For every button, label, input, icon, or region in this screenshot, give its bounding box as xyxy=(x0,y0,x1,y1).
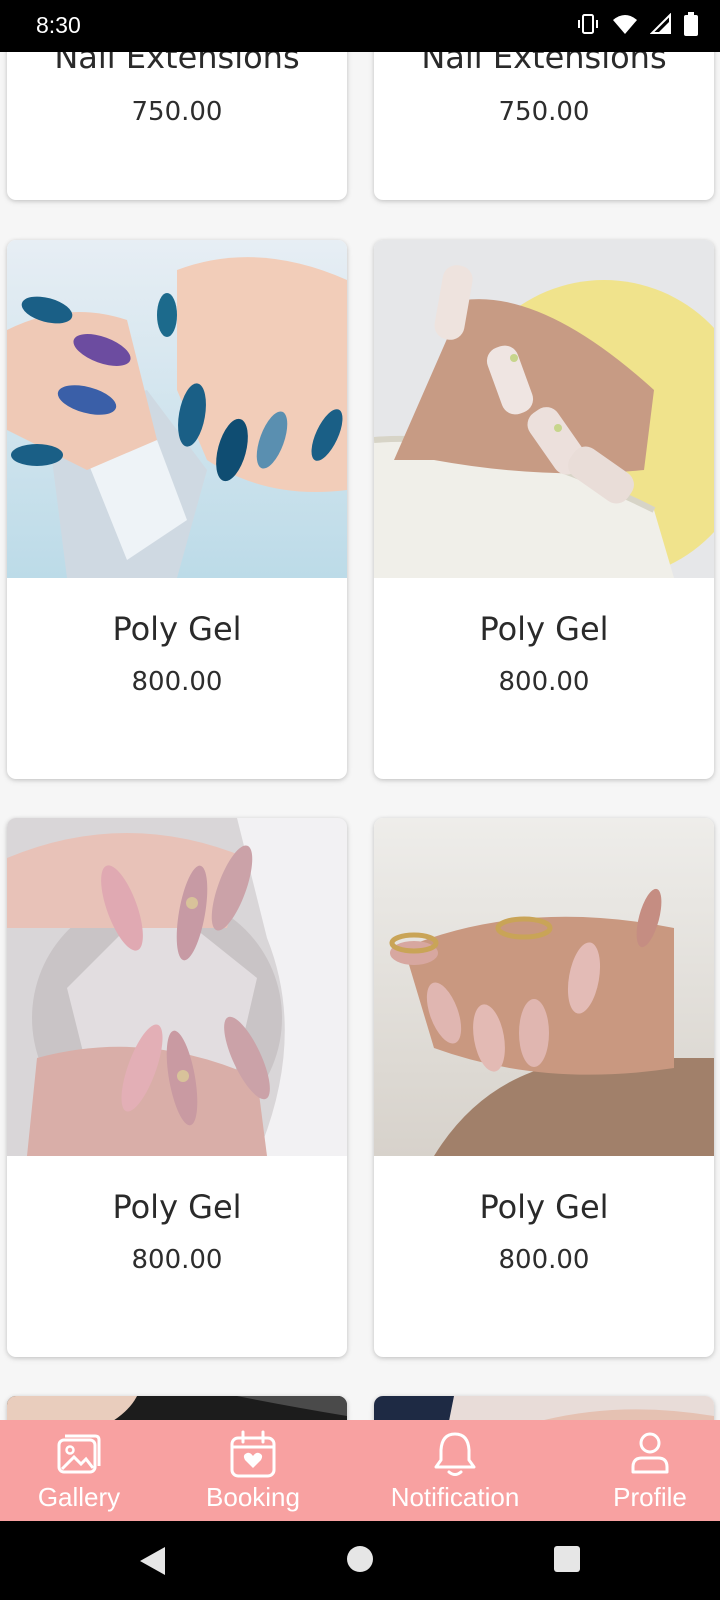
battery-icon xyxy=(684,12,698,36)
service-card[interactable]: Poly Gel 800.00 xyxy=(374,818,714,1357)
recents-icon[interactable] xyxy=(553,1545,581,1573)
service-title: Poly Gel xyxy=(112,610,242,648)
service-image xyxy=(7,1396,347,1420)
nav-profile[interactable]: Profile xyxy=(600,1420,700,1521)
service-card[interactable] xyxy=(7,1396,347,1420)
profile-icon xyxy=(631,1432,669,1474)
nav-label: Notification xyxy=(390,1482,520,1512)
gallery-icon xyxy=(57,1434,101,1474)
nav-label: Profile xyxy=(613,1482,687,1512)
back-icon[interactable] xyxy=(137,1545,167,1577)
service-card[interactable] xyxy=(374,1396,714,1420)
system-navigation-bar xyxy=(0,1521,720,1600)
service-price: 800.00 xyxy=(131,1245,223,1275)
service-title: Nail Extensions xyxy=(54,52,300,76)
service-card[interactable]: Poly Gel 800.00 xyxy=(374,240,714,779)
service-image xyxy=(374,818,714,1156)
service-card[interactable]: Nail Extensions 750.00 xyxy=(374,52,714,200)
wifi-icon xyxy=(613,15,637,34)
status-time: 8:30 xyxy=(36,12,81,38)
signal-icon xyxy=(650,13,671,34)
vibrate-icon xyxy=(578,14,598,34)
service-card[interactable]: Poly Gel 800.00 xyxy=(7,240,347,779)
bottom-navigation: Gallery Booking Notification Profile xyxy=(0,1420,720,1521)
nav-gallery[interactable]: Gallery xyxy=(22,1420,136,1521)
nav-label: Booking xyxy=(206,1482,300,1512)
service-grid[interactable]: Nail Extensions 750.00 Nail Extensions 7… xyxy=(0,52,720,1420)
service-title: Poly Gel xyxy=(112,1188,242,1226)
service-image xyxy=(374,1396,714,1420)
service-title: Poly Gel xyxy=(479,610,609,648)
service-card[interactable]: Nail Extensions 750.00 xyxy=(7,52,347,200)
nav-booking[interactable]: Booking xyxy=(190,1420,316,1521)
service-price: 800.00 xyxy=(498,667,590,697)
service-title: Nail Extensions xyxy=(421,52,667,76)
service-title: Poly Gel xyxy=(479,1188,609,1226)
nav-label: Gallery xyxy=(37,1482,121,1512)
status-icons xyxy=(576,12,698,36)
home-icon[interactable] xyxy=(346,1545,374,1573)
service-image xyxy=(7,240,347,578)
service-price: 800.00 xyxy=(131,667,223,697)
service-image xyxy=(7,818,347,1156)
service-card[interactable]: Poly Gel 800.00 xyxy=(7,818,347,1357)
service-price: 750.00 xyxy=(131,97,223,127)
status-bar: 8:30 xyxy=(0,0,720,52)
bell-icon xyxy=(434,1432,476,1476)
service-price: 750.00 xyxy=(498,97,590,127)
nav-notification[interactable]: Notification xyxy=(376,1420,534,1521)
service-price: 800.00 xyxy=(498,1245,590,1275)
booking-calendar-icon xyxy=(230,1430,276,1478)
service-image xyxy=(374,240,714,578)
